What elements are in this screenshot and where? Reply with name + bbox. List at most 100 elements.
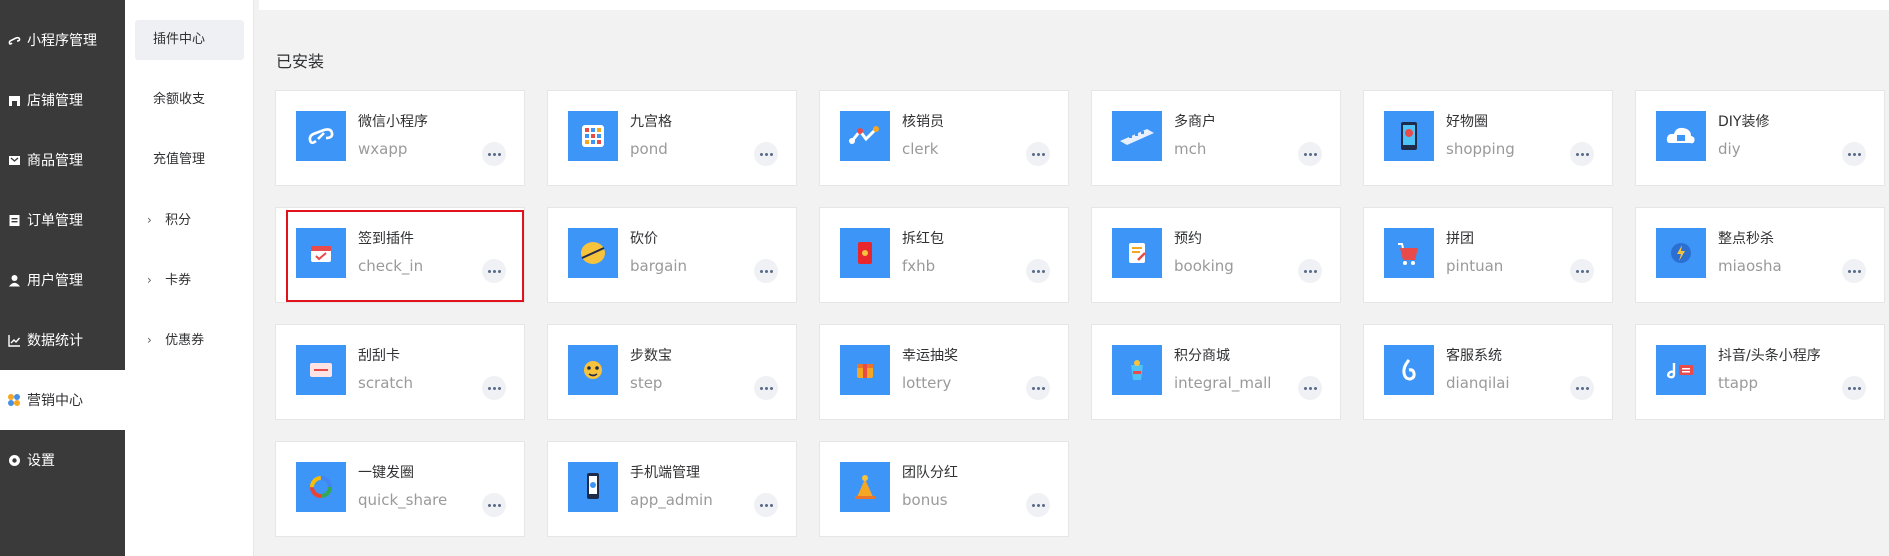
plugin-name: 抖音/头条小程序 [1718,348,1821,364]
plugin-code: scratch [358,374,414,392]
more-button[interactable] [754,493,778,517]
plugin-card-dianqilai[interactable]: 客服系统 dianqilai [1363,324,1613,420]
clerk-icon [840,111,890,161]
more-button[interactable] [754,142,778,166]
plugin-card-mch[interactable]: 多商户 mch [1091,90,1341,186]
plugin-name: 砍价 [630,231,658,247]
sidebar-item-marketing[interactable]: 营销中心 [0,370,125,430]
sidebar-item-label: 设置 [27,453,55,469]
stats-icon [7,333,21,347]
plugin-code: bargain [630,257,688,275]
plugin-code: pond [630,140,668,158]
plugin-code: fxhb [902,257,936,275]
plugin-card-ttapp[interactable]: 抖音/头条小程序 ttapp [1635,324,1885,420]
plugin-name: 整点秒杀 [1718,231,1774,247]
more-button[interactable] [482,142,506,166]
plugin-code: ttapp [1718,374,1758,392]
more-button[interactable] [482,259,506,283]
submenu-item-points[interactable]: › 积分 [135,200,244,240]
plugin-code: quick_share [358,491,448,509]
chevron-right-icon: › [147,213,152,227]
more-button[interactable] [1570,376,1594,400]
integral-mall-icon [1112,345,1162,395]
plugin-card-bargain[interactable]: 砍价 bargain [547,207,797,303]
more-button[interactable] [1570,142,1594,166]
sidebar-item-order[interactable]: 订单管理 [0,190,125,250]
plugin-card-miaosha[interactable]: 整点秒杀 miaosha [1635,207,1885,303]
submenu-item-recharge[interactable]: 充值管理 [135,140,244,180]
sidebar-item-goods[interactable]: 商品管理 [0,130,125,190]
order-icon [7,213,21,227]
plugin-code: miaosha [1718,257,1782,275]
bargain-icon [568,228,618,278]
plugin-card-wxapp[interactable]: 微信小程序 wxapp [275,90,525,186]
plugin-code: mch [1174,140,1207,158]
plugin-card-lottery[interactable]: 幸运抽奖 lottery [819,324,1069,420]
sidebar-item-user[interactable]: 用户管理 [0,250,125,310]
plugin-card-pintuan[interactable]: 拼团 pintuan [1363,207,1613,303]
plugin-card-pond[interactable]: 九宫格 pond [547,90,797,186]
more-button[interactable] [1026,142,1050,166]
plugin-name: 积分商城 [1174,348,1230,364]
submenu-item-cards[interactable]: › 卡券 [135,260,244,300]
plugin-card-step[interactable]: 步数宝 step [547,324,797,420]
more-button[interactable] [1842,376,1866,400]
plugin-name: 微信小程序 [358,114,428,130]
douyin-icon [1656,345,1706,395]
more-button[interactable] [1570,259,1594,283]
plugin-card-clerk[interactable]: 核销员 clerk [819,90,1069,186]
plugin-card-integral_mall[interactable]: 积分商城 integral_mall [1091,324,1341,420]
goods-icon [7,153,21,167]
plugin-card-scratch[interactable]: 刮刮卡 scratch [275,324,525,420]
plugin-name: 手机端管理 [630,465,700,481]
more-button[interactable] [482,493,506,517]
plugin-name: 幸运抽奖 [902,348,958,364]
plugin-code: shopping [1446,140,1515,158]
plugin-card-check_in[interactable]: 签到插件 check_in [275,207,525,303]
submenu-item-balance[interactable]: 余额收支 [135,80,244,120]
more-button[interactable] [1298,259,1322,283]
more-button[interactable] [1298,142,1322,166]
sidebar-item-label: 商品管理 [27,153,83,169]
plugin-name: DIY装修 [1718,114,1770,130]
plugin-card-bonus[interactable]: 团队分红 bonus [819,441,1069,537]
sidebar-item-stats[interactable]: 数据统计 [0,310,125,370]
more-button[interactable] [482,376,506,400]
plugin-card-booking[interactable]: 预约 booking [1091,207,1341,303]
red-packet-icon [840,228,890,278]
sidebar-item-settings[interactable]: 设置 [0,430,125,490]
sidebar-item-label: 营销中心 [27,393,83,409]
plugin-card-app_admin[interactable]: 手机端管理 app_admin [547,441,797,537]
sidebar-item-store[interactable]: 店铺管理 [0,70,125,130]
chevron-right-icon: › [147,273,152,287]
plugin-name: 核销员 [902,114,944,130]
more-button[interactable] [1298,376,1322,400]
more-button[interactable] [1842,259,1866,283]
more-button[interactable] [1026,259,1050,283]
more-button[interactable] [1842,142,1866,166]
plugin-name: 拼团 [1446,231,1474,247]
plugin-card-shopping[interactable]: 好物圈 shopping [1363,90,1613,186]
checkin-icon [296,228,346,278]
plugin-card-fxhb[interactable]: 拆红包 fxhb [819,207,1069,303]
plugin-code: integral_mall [1174,374,1272,392]
plugin-code: check_in [358,257,424,275]
flash-sale-icon [1656,228,1706,278]
plugin-card-quick_share[interactable]: 一键发圈 quick_share [275,441,525,537]
more-button[interactable] [754,259,778,283]
more-button[interactable] [1026,493,1050,517]
plugin-name: 步数宝 [630,348,672,364]
more-button[interactable] [754,376,778,400]
marketing-submenu: 插件中心 余额收支 充值管理 › 积分 › 卡券 › 优惠券 [125,0,254,556]
submenu-item-coupons[interactable]: › 优惠券 [135,320,244,360]
plugin-code: lottery [902,374,952,392]
more-button[interactable] [1026,376,1050,400]
shopping-circle-icon [1384,111,1434,161]
submenu-item-plugin-center[interactable]: 插件中心 [135,20,244,60]
sidebar-item-miniprogram[interactable]: 小程序管理 [0,10,125,70]
plugin-card-diy[interactable]: DIY装修 diy [1635,90,1885,186]
plugin-code: pintuan [1446,257,1504,275]
plugin-code: app_admin [630,491,713,509]
chevron-right-icon: › [147,333,152,347]
pintuan-icon [1384,228,1434,278]
